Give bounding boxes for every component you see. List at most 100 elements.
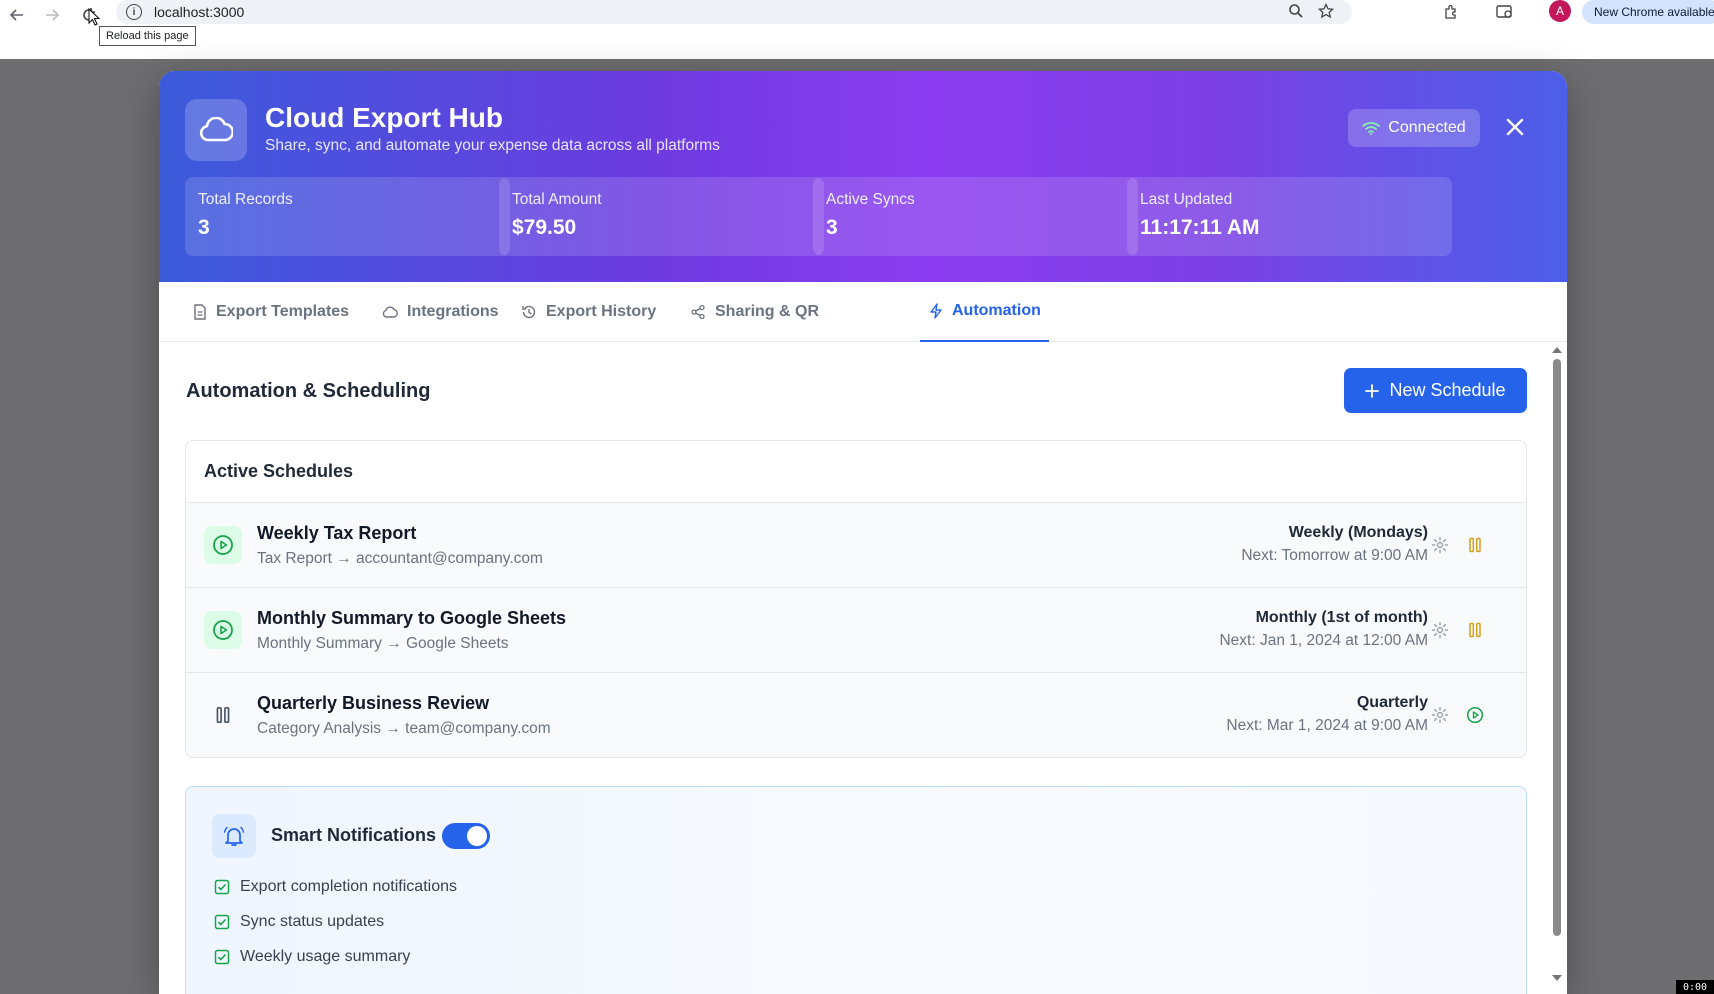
stat-value: 3 — [826, 216, 838, 239]
stat-label: Last Updated — [1140, 191, 1233, 208]
url-text: localhost:3000 — [154, 4, 245, 20]
modal-subtitle: Share, sync, and automate your expense d… — [265, 137, 720, 154]
stat-label: Active Syncs — [826, 191, 915, 208]
new-schedule-button[interactable]: New Schedule — [1344, 368, 1527, 413]
mouse-cursor-icon — [88, 8, 100, 26]
scroll-down-arrow[interactable] — [1552, 975, 1562, 981]
stat-active-syncs: Active Syncs 3 — [813, 177, 1138, 256]
extensions-icon[interactable] — [1443, 0, 1459, 24]
schedule-description: Category Analysis → team@company.com — [257, 720, 551, 737]
close-icon — [1506, 118, 1524, 136]
tab-sharing-qr[interactable]: Sharing & QR — [690, 282, 819, 342]
cloud-icon — [185, 99, 247, 161]
toggle-knob — [467, 826, 487, 846]
connection-status-badge: Connected — [1348, 109, 1480, 147]
tab-export-history[interactable]: Export History — [521, 282, 656, 342]
checkbox-checked-icon — [214, 914, 230, 930]
schedule-row: Quarterly Business Review Category Analy… — [186, 673, 1526, 757]
active-schedules-title: Active Schedules — [186, 441, 1526, 503]
section-title: Automation & Scheduling — [186, 380, 431, 402]
schedule-frequency: Monthly (1st of month) — [1255, 609, 1428, 626]
arrow-left-icon — [9, 9, 23, 21]
tab-label: Export History — [546, 303, 657, 320]
history-icon — [522, 305, 536, 319]
schedule-frequency: Quarterly — [1356, 694, 1428, 711]
wifi-icon — [1362, 122, 1381, 135]
document-icon — [194, 304, 206, 320]
page-header-strip — [0, 30, 1714, 59]
modal-title: Cloud Export Hub — [265, 102, 503, 133]
notification-option: Sync status updates — [214, 913, 384, 931]
gear-icon[interactable] — [1431, 706, 1449, 724]
zoom-icon[interactable] — [1288, 3, 1304, 19]
reload-tooltip: Reload this page — [99, 26, 196, 46]
new-schedule-label: New Schedule — [1389, 380, 1506, 400]
chrome-update-button[interactable]: New Chrome available — [1582, 0, 1714, 24]
checkbox-checked-icon — [214, 879, 230, 895]
automation-panel: Automation & Scheduling New Schedule Act… — [159, 343, 1567, 994]
stat-value: 3 — [198, 216, 210, 239]
schedule-row: Weekly Tax Report Tax Report → accountan… — [186, 503, 1526, 588]
tab-integrations[interactable]: Integrations — [382, 282, 499, 342]
tab-bar: Export Templates Integrations Export His… — [159, 282, 1567, 342]
profile-avatar[interactable]: A — [1549, 0, 1571, 22]
checkbox-checked-icon — [214, 949, 230, 965]
schedule-next-run: Next: Tomorrow at 9:00 AM — [1241, 547, 1428, 564]
pause-icon[interactable] — [1466, 621, 1484, 639]
scroll-thumb[interactable] — [1553, 359, 1561, 936]
schedule-description: Monthly Summary → Google Sheets — [257, 635, 509, 652]
gear-icon[interactable] — [1431, 536, 1449, 554]
tab-label: Sharing & QR — [715, 303, 820, 320]
play-status-icon — [204, 526, 242, 564]
notification-option: Weekly usage summary — [214, 948, 410, 966]
notifications-title: Smart Notifications — [271, 825, 437, 845]
gear-icon[interactable] — [1431, 621, 1449, 639]
side-panel-icon[interactable] — [1496, 0, 1514, 24]
plus-icon — [1365, 383, 1380, 398]
stat-label: Total Amount — [512, 191, 602, 208]
tab-automation[interactable]: Automation — [920, 282, 1049, 342]
notification-option-label: Weekly usage summary — [240, 948, 411, 965]
smart-notifications-card: Smart Notifications Export completion no… — [185, 786, 1527, 994]
stat-label: Total Records — [198, 191, 293, 208]
schedule-description: Tax Report → accountant@company.com — [257, 550, 543, 567]
pause-status-icon — [204, 696, 242, 734]
stat-total-records: Total Records 3 — [185, 177, 510, 256]
address-bar[interactable]: i localhost:3000 — [116, 0, 1352, 24]
schedule-row: Monthly Summary to Google Sheets Monthly… — [186, 588, 1526, 673]
lightning-icon — [930, 303, 942, 319]
play-status-icon — [204, 611, 242, 649]
schedule-frequency: Weekly (Mondays) — [1288, 524, 1428, 541]
notification-option-label: Sync status updates — [240, 913, 385, 930]
tab-export-templates[interactable]: Export Templates — [193, 282, 349, 342]
close-button[interactable] — [1503, 115, 1527, 139]
notification-option: Export completion notifications — [214, 878, 457, 896]
tab-label: Automation — [952, 302, 1041, 319]
scroll-up-arrow[interactable] — [1552, 347, 1562, 353]
active-schedules-card: Active Schedules Weekly Tax Report Tax R… — [185, 440, 1527, 758]
share-icon — [691, 304, 705, 320]
play-icon[interactable] — [1466, 706, 1484, 724]
pause-icon[interactable] — [1466, 536, 1484, 554]
tab-label: Integrations — [407, 303, 499, 320]
site-info-icon[interactable]: i — [126, 4, 142, 20]
stat-value: 11:17:11 AM — [1140, 216, 1260, 239]
schedule-name: Weekly Tax Report — [257, 523, 417, 543]
tab-label: Export Templates — [216, 303, 350, 320]
schedule-name: Monthly Summary to Google Sheets — [257, 608, 567, 628]
connection-status-text: Connected — [1388, 119, 1466, 136]
modal-header: Cloud Export Hub Share, sync, and automa… — [159, 71, 1567, 282]
notifications-toggle[interactable] — [442, 823, 490, 849]
schedule-next-run: Next: Mar 1, 2024 at 9:00 AM — [1226, 717, 1428, 734]
schedule-next-run: Next: Jan 1, 2024 at 12:00 AM — [1219, 632, 1428, 649]
bookmark-star-icon[interactable] — [1318, 3, 1334, 19]
schedule-name: Quarterly Business Review — [257, 693, 490, 713]
browser-toolbar: i localhost:3000 A New Chrome available — [0, 0, 1714, 30]
stat-last-updated: Last Updated 11:17:11 AM — [1127, 177, 1452, 256]
scrollbar[interactable] — [1549, 345, 1565, 983]
bell-icon — [212, 814, 256, 858]
stat-value: $79.50 — [512, 216, 577, 239]
arrow-right-icon — [46, 9, 60, 21]
back-button[interactable] — [0, 0, 34, 30]
forward-button[interactable] — [35, 0, 69, 30]
